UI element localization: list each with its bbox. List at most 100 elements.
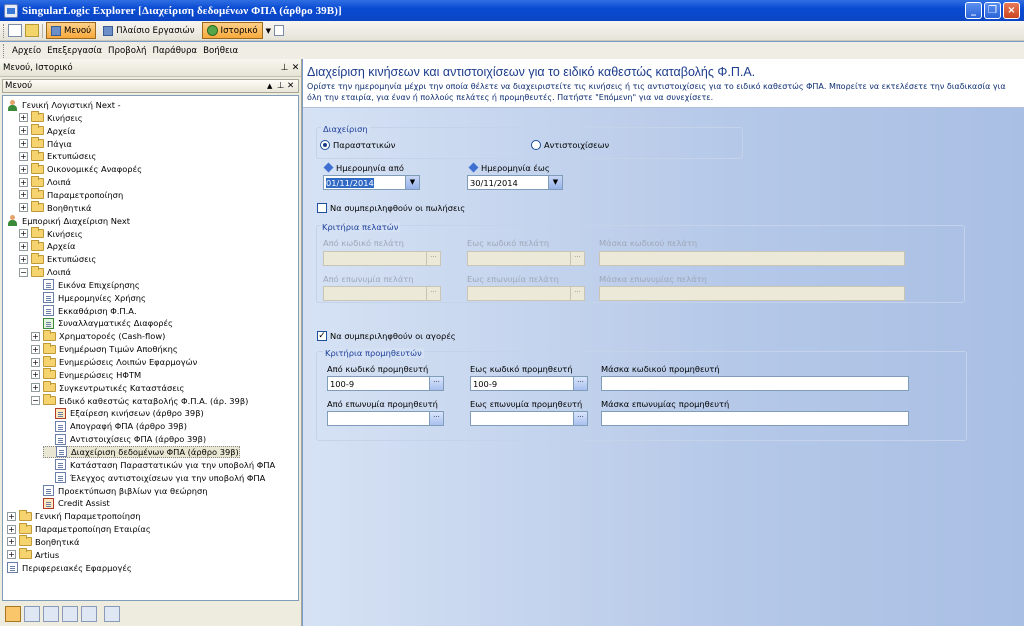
sup-name-mask-field[interactable] (601, 411, 909, 426)
maximize-button[interactable]: ❐ (984, 2, 1001, 19)
expand-icon[interactable]: + (19, 126, 28, 136)
tree-item[interactable]: + Γενική Παραμετροποίηση (7, 509, 141, 522)
expand-icon[interactable]: + (19, 113, 28, 123)
workspace-button[interactable]: Πλαίσιο Εργασιών (99, 22, 198, 39)
tree-item[interactable]: Προεκτύπωση βιβλίων για θεώρηση (31, 485, 208, 497)
tree-item[interactable]: Ημερομηνίες Χρήσης (31, 292, 146, 304)
tree-item[interactable]: + Εκτυπώσεις (19, 149, 96, 162)
tree-item[interactable]: + Ενημέρωση Τιμών Αποθήκης (31, 342, 178, 355)
expand-icon[interactable]: + (31, 357, 40, 367)
menu-view[interactable]: Προβολή (105, 46, 149, 56)
tree-item[interactable]: + Βοηθητικά (19, 201, 92, 214)
tree-item[interactable]: Credit Assist (31, 497, 110, 509)
include-purchases-checkbox[interactable]: ✓ Να συμπεριληφθούν οι αγορές (317, 331, 456, 341)
tree-item[interactable]: + Συγκεντρωτικές Καταστάσεις (31, 381, 184, 394)
expand-icon[interactable]: + (19, 177, 28, 187)
tree-view-tab-icon[interactable] (5, 606, 21, 622)
tree-item[interactable]: Γενική Λογιστική Next - (7, 99, 121, 111)
tree-item[interactable]: + Βοηθητικά (7, 535, 80, 548)
include-sales-box[interactable] (317, 203, 327, 213)
pin-icon[interactable]: ⊥ (279, 63, 290, 73)
tree-item[interactable]: Εικόνα Επιχείρησης (31, 279, 140, 291)
sup-code-to-value[interactable]: 100-9 (471, 379, 573, 389)
new-window-icon[interactable] (8, 24, 22, 37)
expand-icon[interactable]: + (19, 190, 28, 200)
expand-icon[interactable]: + (19, 229, 28, 238)
structure-tab-icon[interactable] (81, 606, 97, 622)
sup-code-from-field[interactable]: 100-9 ··· (327, 376, 444, 391)
tree-item[interactable]: + Κινήσεις (19, 227, 83, 240)
minimize-button[interactable]: _ (965, 2, 982, 19)
menu-toggle-button[interactable]: Μενού (46, 22, 97, 39)
close-panel-icon[interactable]: ✕ (290, 63, 301, 73)
expand-icon[interactable]: + (19, 139, 28, 149)
tree-item[interactable]: + Πάγια (19, 137, 72, 150)
tree-item[interactable]: + Αρχεία (19, 239, 76, 252)
sup-name-from-field[interactable]: ··· (327, 411, 444, 426)
sup-code-mask-field[interactable] (601, 376, 909, 391)
ellipsis-icon[interactable]: ··· (573, 377, 587, 390)
expand-icon[interactable]: + (19, 203, 28, 213)
tree-item[interactable]: Συναλλαγματικές Διαφορές (31, 317, 173, 329)
include-sales-checkbox[interactable]: Να συμπεριληφθούν οι πωλήσεις (317, 203, 465, 213)
tree-item[interactable]: + Αρχεία (19, 124, 76, 137)
date-from-value[interactable]: 01/11/2014 (324, 177, 405, 188)
recent-tab-icon[interactable] (62, 606, 78, 622)
expand-icon[interactable]: + (31, 344, 40, 354)
tree-item[interactable]: + Εκτυπώσεις (19, 252, 96, 265)
tree-item[interactable]: Κατάσταση Παραστατικών για την υποβολή Φ… (43, 459, 275, 471)
radio-matches-circle[interactable] (531, 140, 541, 150)
expand-icon[interactable]: + (31, 331, 40, 341)
menu-file[interactable]: Αρχείο (9, 46, 44, 56)
tree-item[interactable]: Εμπορική Διαχείριση Next (7, 215, 130, 227)
expand-icon[interactable]: + (7, 511, 16, 521)
tree-item[interactable]: + Παραμετροποίηση (19, 188, 123, 201)
tree-item[interactable]: + Χρηματοροές (Cash-flow) (31, 329, 165, 342)
tree-item[interactable]: + Λοιπά (19, 175, 71, 188)
tree-item[interactable]: + Ενημερώσεις Λοιπών Εφαρμογών (31, 355, 197, 368)
ellipsis-icon[interactable]: ··· (429, 377, 443, 390)
sup-code-to-field[interactable]: 100-9 ··· (470, 376, 588, 391)
tree-item[interactable]: Αντιστοιχίσεις ΦΠΑ (άρθρο 39β) (43, 433, 206, 445)
menu-windows[interactable]: Παράθυρα (149, 46, 200, 56)
menu-help[interactable]: Βοήθεια (200, 46, 241, 56)
tree-item[interactable]: − Λοιπά (19, 265, 71, 278)
tree-item[interactable]: + Παραμετροποίηση Εταιρίας (7, 522, 151, 535)
expand-icon[interactable]: + (7, 550, 16, 560)
tree-item[interactable]: + Artius (7, 548, 59, 561)
tree-item[interactable]: Εξαίρεση κινήσεων (άρθρο 39β) (43, 407, 204, 419)
ellipsis-icon[interactable]: ··· (573, 412, 587, 425)
history-dropdown-icon[interactable]: ▼ (266, 27, 271, 35)
close-menu-icon[interactable]: ✕ (287, 81, 298, 91)
expand-icon[interactable]: + (19, 241, 28, 251)
collapse-up-icon[interactable]: ▲ (267, 82, 277, 90)
favorites-tab-icon[interactable] (43, 606, 59, 622)
radio-documents-circle[interactable] (320, 140, 330, 150)
date-from-field[interactable]: 01/11/2014 ▼ (323, 175, 420, 190)
tree-item[interactable]: + Ενημερώσεις ΗΦΤΜ (31, 368, 141, 381)
pin-icon[interactable]: ⊥ (277, 81, 287, 91)
tree-item[interactable]: Εκκαθάριση Φ.Π.Α. (31, 305, 137, 317)
include-purchases-box[interactable]: ✓ (317, 331, 327, 341)
radio-documents[interactable]: Παραστατικών (320, 140, 395, 150)
tree-item[interactable]: Διαχείριση δεδομένων ΦΠΑ (άρθρο 39β) (43, 445, 240, 458)
sup-code-from-value[interactable]: 100-9 (328, 379, 429, 389)
expand-icon[interactable]: + (31, 370, 40, 380)
collapse-icon[interactable]: − (19, 267, 28, 277)
sup-name-to-field[interactable]: ··· (470, 411, 588, 426)
expand-icon[interactable]: + (19, 254, 28, 264)
expand-icon[interactable]: + (7, 524, 16, 534)
ellipsis-icon[interactable]: ··· (429, 412, 443, 425)
tree-item[interactable]: − Ειδικό καθεστώς καταβολής Φ.Π.Α. (άρ. 3… (31, 394, 248, 407)
expand-icon[interactable]: + (31, 383, 40, 393)
menu-edit[interactable]: Επεξεργασία (44, 46, 105, 56)
expand-icon[interactable]: + (19, 164, 28, 174)
date-to-dropdown-icon[interactable]: ▼ (548, 176, 562, 189)
date-to-value[interactable]: 30/11/2014 (468, 178, 548, 188)
list-view-tab-icon[interactable] (24, 606, 40, 622)
menubar-grip[interactable] (3, 43, 5, 58)
folder-icon[interactable] (25, 24, 39, 37)
tree-item[interactable]: Απογραφή ΦΠΑ (άρθρο 39β) (43, 420, 187, 432)
radio-matches[interactable]: Αντιστοιχίσεων (531, 140, 609, 150)
search-tab-icon[interactable] (104, 606, 120, 622)
